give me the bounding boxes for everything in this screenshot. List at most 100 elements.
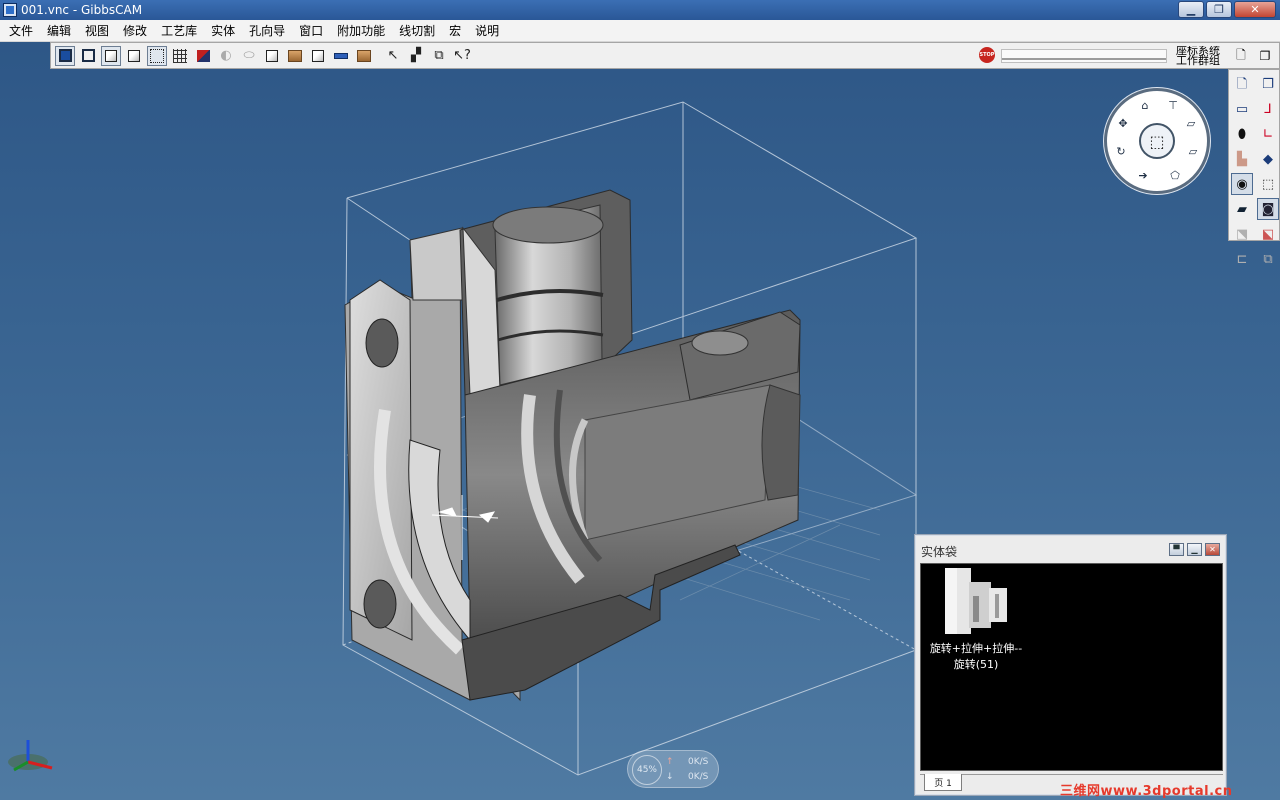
minimize-button[interactable]: ▁ bbox=[1178, 1, 1204, 18]
right-view-icon[interactable]: ▱ bbox=[1185, 143, 1201, 159]
grid-icon bbox=[173, 48, 187, 63]
multi-document-button[interactable]: ❐ bbox=[1255, 46, 1275, 66]
grid-button[interactable] bbox=[170, 46, 190, 66]
doc-tool[interactable]: 🗋 bbox=[1231, 73, 1253, 95]
profile-tool[interactable]: ▙ bbox=[1231, 148, 1253, 170]
cpu-percent: 45% bbox=[632, 755, 662, 785]
stock-icon bbox=[288, 49, 302, 62]
section-icon: ◐ bbox=[220, 48, 232, 63]
solid-bag-panel: 实体袋 ▀ ▁ ✕ 旋转+拉伸+拉伸-- 旋转(51) 页 1 bbox=[914, 534, 1227, 796]
menu-view[interactable]: 视图 bbox=[78, 20, 116, 42]
panel-close-button[interactable]: ✕ bbox=[1205, 543, 1220, 556]
disabled-tool-4: ⧉ bbox=[1257, 248, 1279, 270]
restore-button[interactable]: ❐ bbox=[1206, 1, 1232, 18]
window-title: 001.vnc - GibbsCAM bbox=[21, 3, 143, 17]
disabled-icon-1: ⬔ bbox=[1235, 226, 1249, 242]
view-eye-tool[interactable]: ◉ bbox=[1231, 173, 1253, 195]
download-rate: 0K/S bbox=[688, 772, 709, 782]
menu-process-library[interactable]: 工艺库 bbox=[154, 20, 204, 42]
wireframe-button[interactable] bbox=[101, 45, 121, 66]
solid-box-icon: ⬚ bbox=[1261, 176, 1275, 192]
copy-view-button[interactable]: ⧉ bbox=[429, 46, 449, 66]
whats-this-button[interactable]: ↖? bbox=[452, 46, 472, 66]
solid-view-button[interactable] bbox=[308, 46, 328, 66]
shaded-cube-icon bbox=[128, 49, 140, 62]
windows-tool[interactable]: ❐ bbox=[1257, 73, 1279, 95]
menu-macro[interactable]: 宏 bbox=[442, 20, 468, 42]
move-icon: ▞ bbox=[411, 48, 421, 63]
surface-tool[interactable]: ◆ bbox=[1257, 148, 1279, 170]
solid-bag-controls: ▀ ▁ ✕ bbox=[1169, 543, 1220, 556]
solid-tool[interactable]: ⬚ bbox=[1257, 173, 1279, 195]
shape-button[interactable]: ⬭ bbox=[239, 46, 259, 66]
layers-button[interactable] bbox=[354, 46, 374, 66]
move-button[interactable]: ▞ bbox=[406, 46, 426, 66]
view-extents-icon bbox=[58, 49, 72, 62]
menu-help[interactable]: 说明 bbox=[468, 20, 506, 42]
render-button[interactable] bbox=[193, 46, 213, 66]
view-wheel[interactable]: ⌂ ⊤ ▱ ▱ ⬠ ➔ ↻ ✥ ⬚ bbox=[1104, 88, 1210, 194]
render-icon bbox=[196, 49, 210, 62]
view-text-button[interactable] bbox=[78, 46, 98, 66]
show-points-button[interactable] bbox=[147, 45, 167, 66]
tab-page-1[interactable]: 页 1 bbox=[924, 774, 962, 791]
tool-list-button[interactable]: ⬮ bbox=[1231, 123, 1253, 145]
front-view-icon[interactable]: ▱ bbox=[1183, 115, 1199, 131]
view-extents-button[interactable] bbox=[55, 45, 75, 66]
home-view-icon[interactable]: ⌂ bbox=[1137, 97, 1153, 113]
iso-view-icon[interactable]: ⬚ bbox=[1139, 123, 1175, 159]
section-button[interactable]: ◐ bbox=[216, 46, 236, 66]
progress-bar bbox=[1001, 49, 1167, 63]
page-icon: 🗋 bbox=[1236, 76, 1248, 92]
wireframe-cube-icon bbox=[105, 49, 117, 62]
stock-button[interactable] bbox=[285, 46, 305, 66]
coordinate-labels: 座标系统 工作群组 bbox=[1176, 46, 1228, 66]
new-document-button[interactable]: 🗋 bbox=[1231, 46, 1251, 66]
iso-cube-icon bbox=[266, 49, 278, 62]
select-arrow-button[interactable]: ↖ bbox=[383, 46, 403, 66]
panel-minimize-button[interactable]: ▁ bbox=[1187, 543, 1202, 556]
axis-triad-icon bbox=[8, 740, 53, 772]
solid-item-label-line1: 旋转+拉伸+拉伸-- bbox=[929, 642, 1023, 655]
menu-plugins[interactable]: 附加功能 bbox=[330, 20, 392, 42]
pan-right-icon[interactable]: ➔ bbox=[1135, 167, 1151, 183]
shaded-button[interactable] bbox=[124, 46, 144, 66]
upload-arrow-icon: ↑ bbox=[666, 757, 674, 767]
rotate-view-icon[interactable]: ↻ bbox=[1113, 143, 1129, 159]
watermark: 三维网www.3dportal.cn bbox=[1060, 784, 1233, 799]
menu-edit[interactable]: 编辑 bbox=[40, 20, 78, 42]
menu-window[interactable]: 窗口 bbox=[292, 20, 330, 42]
axes-tool[interactable]: ⅃ bbox=[1257, 98, 1279, 120]
plane-button[interactable] bbox=[331, 46, 351, 66]
bottom-view-icon[interactable]: ⬠ bbox=[1167, 167, 1183, 183]
minimize-icon: ▁ bbox=[1191, 544, 1198, 554]
disabled-tool-1: ⬔ bbox=[1231, 223, 1253, 245]
solid-item-label[interactable]: 旋转+拉伸+拉伸-- 旋转(51) bbox=[921, 641, 1031, 673]
menu-modify[interactable]: 修改 bbox=[116, 20, 154, 42]
render-tool-icon: ◙ bbox=[1261, 201, 1275, 217]
close-icon: ✕ bbox=[1209, 544, 1216, 554]
isometric-view-button[interactable] bbox=[262, 46, 282, 66]
surface-icon: ◆ bbox=[1263, 151, 1273, 167]
rectangle-tool[interactable]: ▭ bbox=[1231, 98, 1253, 120]
menu-hole-wizard[interactable]: 孔向导 bbox=[242, 20, 292, 42]
stop-button[interactable]: STOP bbox=[979, 47, 995, 63]
solid-bag-canvas: 旋转+拉伸+拉伸-- 旋转(51) bbox=[920, 563, 1223, 771]
solid-thumbnail[interactable] bbox=[943, 566, 1009, 636]
plane-tool[interactable]: ▰ bbox=[1231, 198, 1253, 220]
text-frame-icon bbox=[81, 49, 95, 62]
profile-icon: ▙ bbox=[1237, 151, 1247, 167]
close-button[interactable]: ✕ bbox=[1234, 1, 1276, 18]
part-model bbox=[344, 189, 801, 702]
disabled-icon-2: ⬕ bbox=[1261, 226, 1275, 242]
machine-axes-button[interactable]: ∟ bbox=[1257, 123, 1279, 145]
render-tool[interactable]: ◙ bbox=[1257, 198, 1279, 220]
workgroup-label: 工作群组 bbox=[1176, 54, 1220, 66]
pin-button[interactable]: ▀ bbox=[1169, 543, 1184, 556]
menu-solids[interactable]: 实体 bbox=[204, 20, 242, 42]
top-view-icon[interactable]: ⊤ bbox=[1165, 97, 1181, 113]
menu-bar: 文件 编辑 视图 修改 工艺库 实体 孔向导 窗口 附加功能 线切割 宏 说明 bbox=[0, 20, 1280, 42]
menu-file[interactable]: 文件 bbox=[2, 20, 40, 42]
menu-wire-edm[interactable]: 线切割 bbox=[392, 20, 442, 42]
zoom-view-icon[interactable]: ✥ bbox=[1115, 115, 1131, 131]
